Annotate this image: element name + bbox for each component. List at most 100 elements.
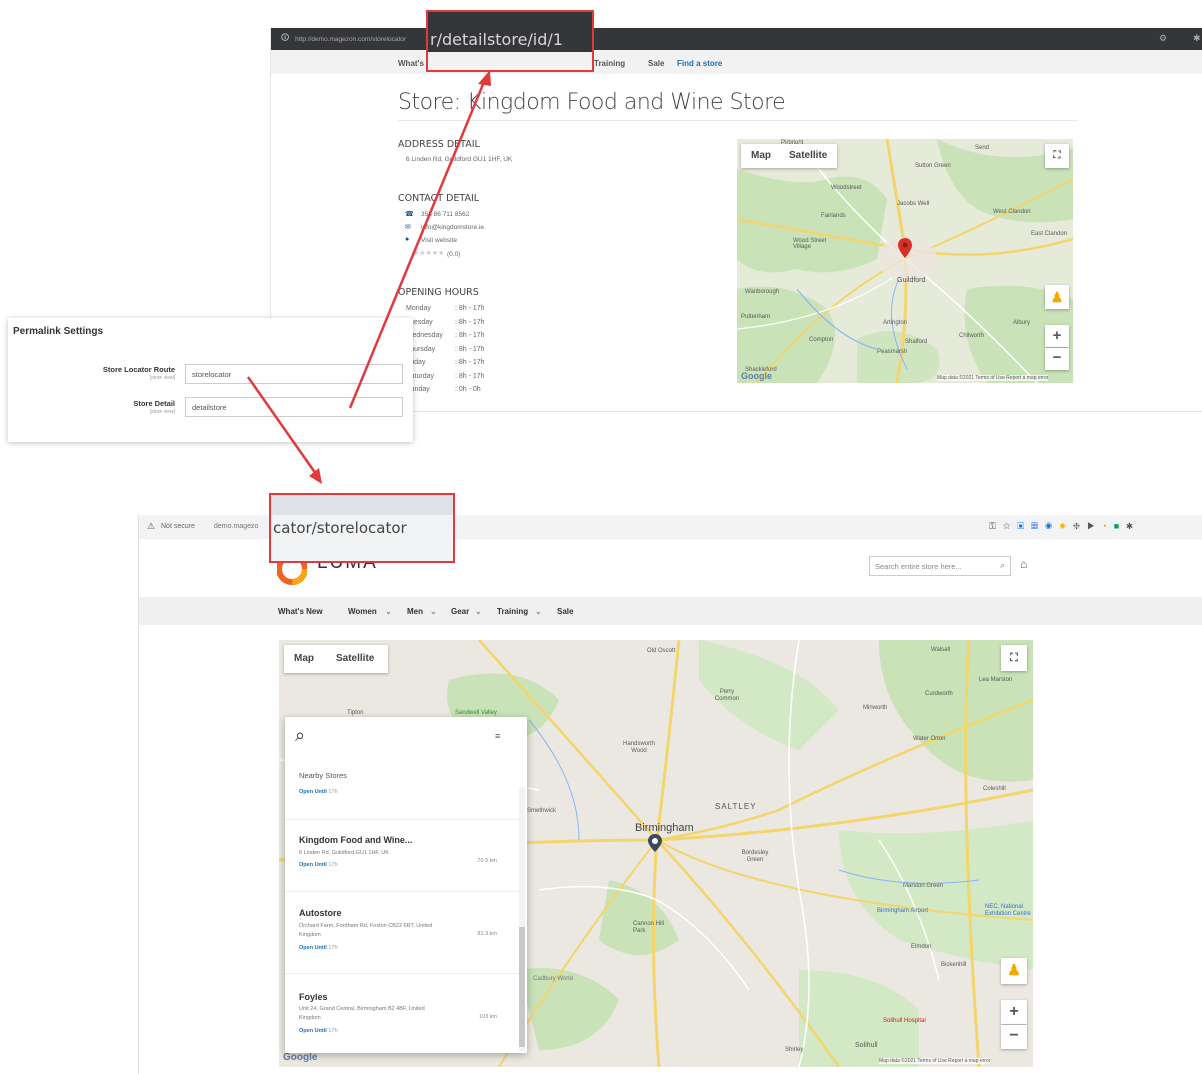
hours-day: Monday xyxy=(406,305,431,312)
url-highlight-box: cator/storelocator xyxy=(269,493,455,563)
filter-icon[interactable]: ≡ xyxy=(495,731,500,741)
map-place: Cadbury World xyxy=(533,976,573,982)
map-place: Guildford xyxy=(897,277,926,284)
hours-time: : 8h - 17h xyxy=(455,332,485,339)
divider xyxy=(285,819,521,820)
map-place: Artington xyxy=(883,320,908,326)
title-divider xyxy=(398,120,1078,121)
extension-icon[interactable]: ▦ xyxy=(1031,521,1045,531)
hours-time: : 8h - 17h xyxy=(455,359,485,366)
rss-icon[interactable]: ◔ xyxy=(1101,521,1113,531)
map-footer: Map data ©2021 Terms of Use Report a map… xyxy=(879,1058,991,1064)
nav-item-sale[interactable]: Sale xyxy=(557,607,573,616)
google-logo: Google xyxy=(283,1052,318,1063)
store-distance: 103 km xyxy=(478,1014,497,1020)
email-link[interactable]: info@kingdomstore.ie xyxy=(421,224,484,231)
nav-item-whats[interactable]: What's xyxy=(398,59,424,68)
map-type-control: Map Satellite xyxy=(284,645,388,673)
pegman-icon[interactable]: ♟ xyxy=(1001,958,1027,984)
chevron-down-icon: ⌄ xyxy=(430,607,437,616)
pin-icon[interactable]: ✱ xyxy=(1193,33,1201,44)
website-link[interactable]: Visit website xyxy=(421,237,457,244)
map-pin-icon[interactable] xyxy=(898,238,912,258)
hours-time: : 0h - 0h xyxy=(455,386,481,393)
zoom-in-button[interactable]: + xyxy=(1001,1000,1027,1024)
nav-item-find-a-store[interactable]: Find a store xyxy=(677,59,722,68)
extension-icon[interactable]: ◉ xyxy=(1045,521,1059,531)
nav-item-sale[interactable]: Sale xyxy=(648,59,664,68)
extension-icon[interactable]: ▶ xyxy=(1087,521,1101,531)
store-name: Foyles xyxy=(299,992,328,1002)
store-list-panel: ⌕ ≡ Nearby Stores Open Until 17h Kingdom… xyxy=(285,717,527,1053)
map-place: Puttenham xyxy=(741,314,771,320)
fullscreen-button[interactable]: ⛶ xyxy=(1045,144,1069,168)
map-place: Solihull xyxy=(855,1042,878,1049)
map-place: Send xyxy=(975,145,990,151)
chevron-down-icon: ⌄ xyxy=(475,607,482,616)
browser-address-bar[interactable]: 🛈 http://demo.magezon.com/storelocator ⚙… xyxy=(271,28,1202,50)
store-address: 6 Linden Rd, Guildford GU1 1HF, UK xyxy=(299,850,389,856)
map-place: Compton xyxy=(809,337,834,343)
search-icon[interactable]: ⌕ xyxy=(295,725,305,746)
extension-icon[interactable]: ✸ xyxy=(1059,521,1073,531)
cart-icon[interactable]: ⌂ xyxy=(1020,557,1027,571)
nav-item-men[interactable]: Men xyxy=(407,607,423,616)
store-locator-route-input[interactable]: storelocator xyxy=(185,364,403,384)
main-nav: What's New Women ⌄ Men ⌄ Gear ⌄ Training… xyxy=(139,597,1202,625)
puzzle-icon[interactable]: ✱ xyxy=(1126,521,1140,531)
nav-item-gear[interactable]: Gear xyxy=(451,607,469,616)
star-icon[interactable]: ☆ xyxy=(1003,521,1017,531)
highlight-chrome-strip xyxy=(271,495,453,515)
nav-item-training[interactable]: Training xyxy=(594,59,625,68)
field-label: Store Detail xyxy=(133,399,175,408)
map-place: Jacobs Well xyxy=(897,201,930,207)
search-input[interactable]: Search entire store here... ⌕ xyxy=(869,556,1011,576)
nav-item-training[interactable]: Training xyxy=(497,607,528,616)
map-place: Walsall xyxy=(931,647,951,653)
url-highlight-text: r/detailstore/id/1 xyxy=(430,30,563,49)
satellite-button[interactable]: Satellite xyxy=(789,150,827,161)
map-place: Old Oscott xyxy=(647,648,676,654)
nav-item-women[interactable]: Women xyxy=(348,607,377,616)
field-label: Store Locator Route xyxy=(102,365,175,374)
map-place: Birmingham xyxy=(635,822,694,834)
store-map[interactable]: Pirbright Send Sutton Green Woodstreet J… xyxy=(737,139,1073,383)
store-nav: What's Training Sale Find a store xyxy=(271,50,1202,74)
extension-icon[interactable]: ❈ xyxy=(1073,521,1087,531)
map-button[interactable]: Map xyxy=(751,150,771,161)
map-place: Bickenhill xyxy=(941,962,967,968)
map-place: Woodstreet xyxy=(831,185,862,191)
rating-stars: ★★★★★ xyxy=(413,250,445,257)
store-distance: 81.3 km xyxy=(477,931,497,937)
pegman-icon[interactable]: ♟ xyxy=(1045,285,1069,309)
extension-icon[interactable]: ⚙ xyxy=(1159,33,1167,44)
zoom-out-button[interactable]: − xyxy=(1045,348,1069,370)
map-place: Perry Common xyxy=(714,689,740,702)
satellite-button[interactable]: Satellite xyxy=(336,653,374,664)
extension-icon[interactable]: ■ xyxy=(1114,521,1126,531)
map-place: Peasmarsh xyxy=(877,349,908,355)
map-place: NEC, National Exhibition Centre xyxy=(985,904,1031,917)
fullscreen-button[interactable]: ⛶ xyxy=(1001,645,1027,671)
store-marker-icon[interactable] xyxy=(648,834,662,852)
rating-value: (0.0) xyxy=(447,251,461,258)
store-detail-input[interactable]: detailstore xyxy=(185,397,403,417)
address-heading: ADDRESS DETAIL xyxy=(398,139,480,150)
divider xyxy=(285,973,521,974)
extension-icon[interactable]: ▣ xyxy=(1017,521,1031,531)
scrollbar-thumb[interactable] xyxy=(519,927,525,1047)
map-place: Chilworth xyxy=(959,333,985,339)
scrollbar-track[interactable] xyxy=(519,787,525,1051)
map-button[interactable]: Map xyxy=(294,653,314,664)
warning-icon: ⚠ xyxy=(147,521,156,531)
key-icon[interactable]: ⚿ xyxy=(989,521,1003,531)
not-secure-label: Not secure xyxy=(161,523,195,530)
field-scope: [store view] xyxy=(149,375,175,381)
store-open-status: Open Until 17h xyxy=(299,789,338,795)
zoom-out-button[interactable]: − xyxy=(1001,1025,1027,1049)
map-place: SALTLEY xyxy=(715,802,757,811)
luma-logo-icon[interactable] xyxy=(277,563,307,585)
nav-item-whats-new[interactable]: What's New xyxy=(278,607,323,616)
search-icon[interactable]: ⌕ xyxy=(1000,560,1005,571)
zoom-in-button[interactable]: + xyxy=(1045,325,1069,347)
